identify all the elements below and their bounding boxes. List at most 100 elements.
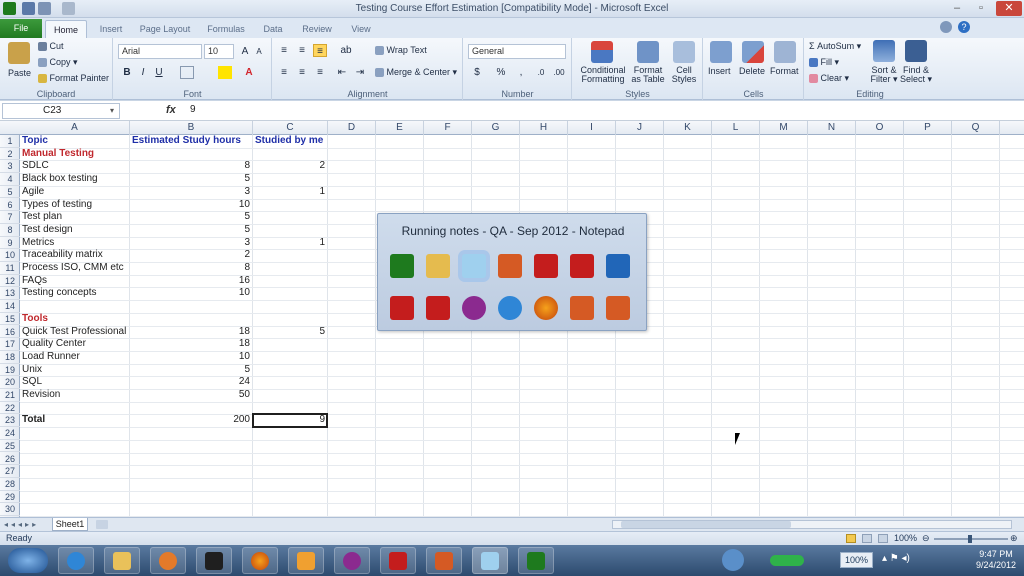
pdf-icon[interactable] bbox=[570, 254, 594, 278]
row-header[interactable]: 15 bbox=[0, 313, 20, 326]
format-painter-button[interactable]: Format Painter bbox=[38, 73, 109, 84]
format-as-table-icon[interactable] bbox=[637, 41, 659, 63]
start-button-icon[interactable] bbox=[8, 548, 48, 573]
cell[interactable]: 5 bbox=[130, 364, 250, 377]
taskbar-excel-button[interactable] bbox=[518, 547, 554, 574]
cell[interactable]: 5 bbox=[130, 173, 250, 186]
excel-icon[interactable] bbox=[390, 254, 414, 278]
zoom-slider-thumb[interactable] bbox=[968, 535, 972, 543]
cell[interactable]: 18 bbox=[130, 326, 250, 339]
column-header-q[interactable]: Q bbox=[952, 121, 1000, 135]
find-select-button[interactable]: Find & Select ▾ bbox=[899, 66, 933, 84]
column-header-p[interactable]: P bbox=[904, 121, 952, 135]
cell[interactable]: 5 bbox=[130, 211, 250, 224]
column-header-f[interactable]: F bbox=[424, 121, 472, 135]
cell[interactable]: 2 bbox=[130, 249, 250, 262]
firefox-icon[interactable] bbox=[534, 296, 558, 320]
decrease-decimal-button[interactable]: .00 bbox=[552, 66, 566, 79]
column-header-k[interactable]: K bbox=[664, 121, 712, 135]
cell[interactable]: Test plan bbox=[22, 211, 62, 224]
powerpoint-icon[interactable] bbox=[570, 296, 594, 320]
monitor-icon[interactable] bbox=[606, 254, 630, 278]
taskbar-powerpoint-button[interactable] bbox=[426, 547, 462, 574]
sheet-nav-arrows-icon[interactable]: ◂◂◂▸▸ bbox=[4, 520, 39, 529]
tab-data[interactable]: Data bbox=[258, 20, 288, 38]
column-header-n[interactable]: N bbox=[808, 121, 856, 135]
align-bottom-icon[interactable]: ≡ bbox=[313, 44, 327, 57]
cell[interactable]: 1 bbox=[253, 186, 325, 199]
row-header[interactable]: 8 bbox=[0, 224, 20, 237]
cell[interactable]: Studied by me bbox=[255, 135, 323, 148]
row-header[interactable]: 4 bbox=[0, 173, 20, 186]
column-header-j[interactable]: J bbox=[616, 121, 664, 135]
cell[interactable]: Tools bbox=[22, 313, 48, 326]
row-header[interactable]: 12 bbox=[0, 275, 20, 288]
italic-button[interactable]: I bbox=[136, 66, 150, 79]
row-header[interactable]: 16 bbox=[0, 326, 20, 339]
horizontal-scroll-thumb[interactable] bbox=[621, 521, 791, 528]
percent-button[interactable]: % bbox=[494, 66, 508, 79]
decrease-indent-icon[interactable]: ⇤ bbox=[335, 66, 349, 79]
row-header[interactable]: 22 bbox=[0, 402, 20, 415]
row-header[interactable]: 11 bbox=[0, 262, 20, 275]
row-header[interactable]: 3 bbox=[0, 160, 20, 174]
tab-view[interactable]: View bbox=[346, 20, 376, 38]
shrink-font-button[interactable]: A bbox=[252, 45, 266, 58]
cell[interactable]: 200 bbox=[130, 414, 250, 427]
name-box[interactable]: C23 bbox=[2, 103, 120, 119]
align-middle-icon[interactable]: ≡ bbox=[295, 44, 309, 57]
clear-button[interactable]: Clear ▾ bbox=[809, 73, 849, 84]
autosum-button[interactable]: Σ AutoSum ▾ bbox=[809, 41, 861, 52]
row-header[interactable]: 28 bbox=[0, 478, 20, 491]
binoculars-icon[interactable] bbox=[905, 40, 927, 62]
cell[interactable]: Quick Test Professional bbox=[22, 326, 126, 339]
delete-cells-icon[interactable] bbox=[742, 41, 764, 63]
system-clock[interactable]: 9:47 PM 9/24/2012 bbox=[976, 549, 1016, 571]
copy-button[interactable]: Copy ▾ bbox=[38, 57, 78, 68]
column-header-l[interactable]: L bbox=[712, 121, 760, 135]
close-button[interactable]: ✕ bbox=[996, 1, 1022, 16]
cell[interactable]: Agile bbox=[22, 186, 44, 199]
insert-cells-icon[interactable] bbox=[710, 41, 732, 63]
row-header[interactable]: 1 bbox=[0, 135, 20, 148]
row-header[interactable]: 9 bbox=[0, 237, 20, 250]
row-header[interactable]: 25 bbox=[0, 440, 20, 453]
page-layout-view-icon[interactable] bbox=[862, 534, 872, 543]
column-header-h[interactable]: H bbox=[520, 121, 568, 135]
cell[interactable]: SQL bbox=[22, 376, 42, 389]
tab-review[interactable]: Review bbox=[298, 20, 336, 38]
cell[interactable]: 18 bbox=[130, 338, 250, 351]
folder-icon[interactable] bbox=[426, 254, 450, 278]
format-cells-button[interactable]: Format bbox=[770, 66, 799, 76]
taskbar-app-button[interactable] bbox=[196, 547, 232, 574]
cell[interactable]: 8 bbox=[130, 160, 250, 173]
cell[interactable]: 3 bbox=[130, 237, 250, 250]
row-header[interactable]: 26 bbox=[0, 453, 20, 466]
column-header-i[interactable]: I bbox=[568, 121, 616, 135]
zoom-out-button[interactable]: ⊖ bbox=[922, 533, 930, 544]
cell[interactable]: 2 bbox=[253, 160, 325, 173]
format-as-table-button[interactable]: Format as Table bbox=[629, 66, 667, 84]
cell[interactable]: Metrics bbox=[22, 237, 54, 250]
cell[interactable]: Quality Center bbox=[22, 338, 86, 351]
powerpoint-icon[interactable] bbox=[498, 254, 522, 278]
row-header[interactable]: 6 bbox=[0, 199, 20, 212]
row-header[interactable]: 21 bbox=[0, 389, 20, 402]
cell[interactable]: 50 bbox=[130, 389, 250, 402]
pdf-icon[interactable] bbox=[534, 254, 558, 278]
cell[interactable]: 3 bbox=[130, 186, 250, 199]
taskbar-flower-app-button[interactable] bbox=[334, 547, 370, 574]
row-header[interactable]: 27 bbox=[0, 465, 20, 478]
tab-file[interactable]: File bbox=[0, 19, 42, 38]
zoom-in-button[interactable]: ⊕ bbox=[1010, 533, 1018, 544]
maximize-button[interactable]: ▫ bbox=[972, 1, 990, 16]
paste-icon[interactable] bbox=[8, 42, 30, 64]
align-right-icon[interactable]: ≡ bbox=[313, 66, 327, 79]
cell[interactable]: SDLC bbox=[22, 160, 49, 173]
bold-button[interactable]: B bbox=[120, 66, 134, 79]
taskbar-notepad-button[interactable] bbox=[472, 547, 508, 574]
zoom-slider[interactable] bbox=[934, 535, 1008, 543]
row-header[interactable]: 19 bbox=[0, 364, 20, 377]
row-header[interactable]: 18 bbox=[0, 351, 20, 364]
column-header-e[interactable]: E bbox=[376, 121, 424, 135]
